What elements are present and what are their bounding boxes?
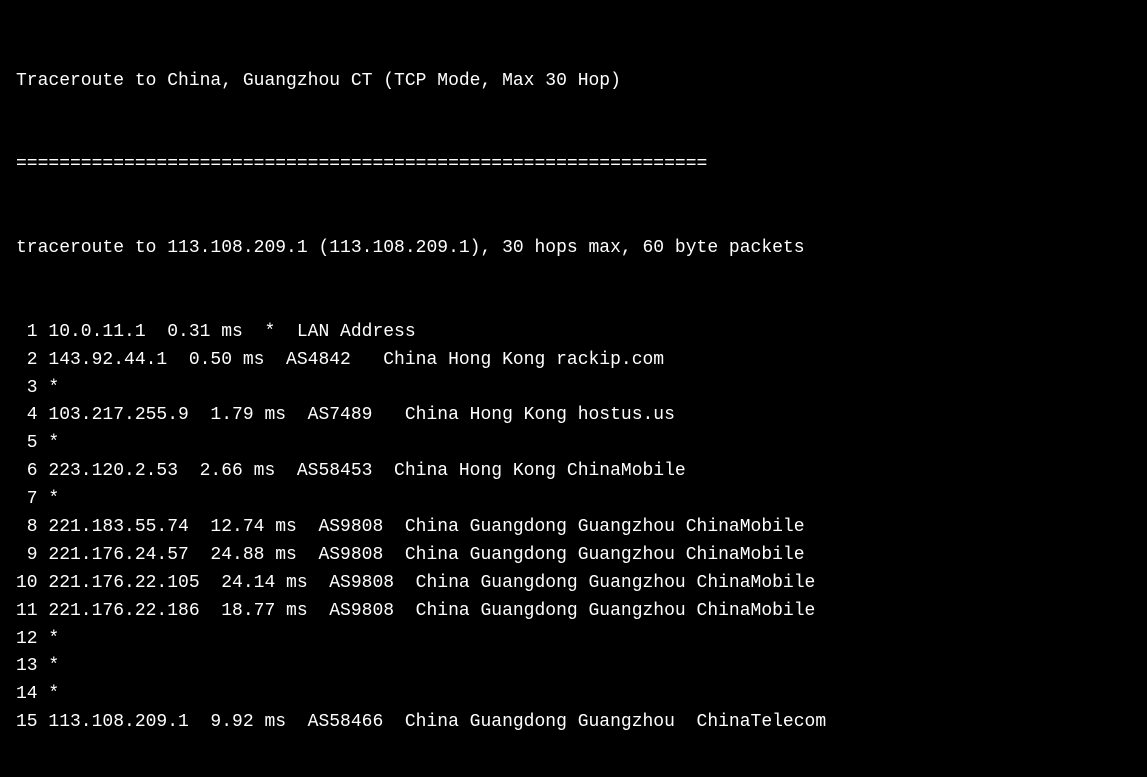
hops-list: 1 10.0.11.1 0.31 ms * LAN Address 2 143.… bbox=[16, 319, 1131, 737]
hop-line-4: 4 103.217.255.9 1.79 ms AS7489 China Hon… bbox=[16, 402, 1131, 430]
hop-line-9: 9 221.176.24.57 24.88 ms AS9808 China Gu… bbox=[16, 542, 1131, 570]
hop-line-3: 3 * bbox=[16, 375, 1131, 403]
separator-line: ========================================… bbox=[16, 151, 1131, 179]
hop-line-12: 12 * bbox=[16, 626, 1131, 654]
title-line: Traceroute to China, Guangzhou CT (TCP M… bbox=[16, 68, 1131, 96]
traceroute-command: traceroute to 113.108.209.1 (113.108.209… bbox=[16, 235, 1131, 263]
hop-line-14: 14 * bbox=[16, 681, 1131, 709]
hop-line-10: 10 221.176.22.105 24.14 ms AS9808 China … bbox=[16, 570, 1131, 598]
hop-line-11: 11 221.176.22.186 18.77 ms AS9808 China … bbox=[16, 598, 1131, 626]
hop-line-1: 1 10.0.11.1 0.31 ms * LAN Address bbox=[16, 319, 1131, 347]
hop-line-8: 8 221.183.55.74 12.74 ms AS9808 China Gu… bbox=[16, 514, 1131, 542]
hop-line-15: 15 113.108.209.1 9.92 ms AS58466 China G… bbox=[16, 709, 1131, 737]
hop-line-13: 13 * bbox=[16, 653, 1131, 681]
hop-line-5: 5 * bbox=[16, 430, 1131, 458]
hop-line-6: 6 223.120.2.53 2.66 ms AS58453 China Hon… bbox=[16, 458, 1131, 486]
hop-line-7: 7 * bbox=[16, 486, 1131, 514]
terminal-window: Traceroute to China, Guangzhou CT (TCP M… bbox=[16, 12, 1131, 765]
hop-line-2: 2 143.92.44.1 0.50 ms AS4842 China Hong … bbox=[16, 347, 1131, 375]
